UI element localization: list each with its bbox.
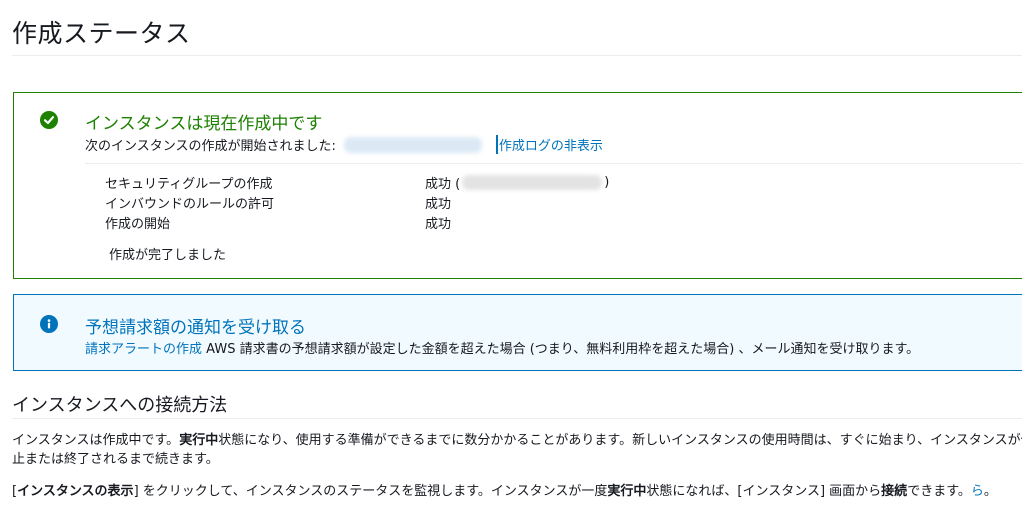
running-state-text: 実行中 bbox=[179, 433, 219, 448]
connect-section-heading: インスタンスへの接続方法 bbox=[12, 395, 228, 416]
creation-started-label: 次のインスタンスの作成が開始されました: bbox=[85, 139, 336, 154]
creation-status-box: インスタンスは現在作成中です 次のインスタンスの作成が開始されました: 作成ログ… bbox=[13, 92, 1022, 279]
connect-section-divider bbox=[12, 418, 1022, 419]
view-instances-text: インスタンスの表示 bbox=[17, 484, 134, 499]
log-step-status-prefix: 成功 ( bbox=[425, 176, 461, 192]
log-step-name: 作成の開始 bbox=[105, 216, 171, 232]
redacted-security-group-id bbox=[462, 174, 603, 190]
text: 。 bbox=[983, 484, 997, 499]
connect-text: 接続 bbox=[881, 484, 908, 499]
connect-paragraph-2: [インスタンスの表示] をクリックして、インスタンスのステータスを監視します。イ… bbox=[12, 482, 1022, 501]
text: インスタンスは作成中です。 bbox=[12, 433, 180, 448]
info-circle-icon bbox=[40, 315, 58, 333]
text: ] をクリックして、インスタンスのステータスを監視します。インスタンスが一度 bbox=[133, 484, 608, 499]
log-step-status: 成功 bbox=[425, 196, 452, 212]
hide-creation-log-link[interactable]: 作成ログの非表示 bbox=[495, 135, 603, 154]
creation-status-title: インスタンスは現在作成中です bbox=[85, 114, 323, 134]
log-step-name: インバウンドのルールの許可 bbox=[105, 196, 275, 212]
creation-log: セキュリティグループの作成 成功 ( ) インバウンドのルールの許可 成功 作成… bbox=[105, 172, 609, 232]
log-step-status: 成功 ( ) bbox=[425, 173, 609, 192]
title-divider bbox=[12, 55, 1022, 56]
connect-paragraph-1: インスタンスは作成中です。実行中状態になり、使用する準備ができるまでに数分かかる… bbox=[12, 431, 1022, 469]
log-step-name: セキュリティグループの作成 bbox=[105, 176, 273, 192]
billing-alert-text: 請求アラートの作成 AWS 請求書の予想請求額が設定した金額を超えた場合 (つま… bbox=[85, 338, 919, 357]
creation-complete-message: 作成が完了しました bbox=[109, 248, 227, 263]
log-row-launch: 作成の開始 成功 bbox=[105, 212, 609, 232]
billing-alert-title: 予想請求額の通知を受け取る bbox=[85, 318, 306, 338]
billing-alert-description: AWS 請求書の予想請求額が設定した金額を超えた場合 (つまり、無料利用枠を超え… bbox=[206, 342, 920, 357]
log-divider bbox=[85, 163, 1022, 164]
redacted-instance-id bbox=[343, 136, 482, 153]
page-title: 作成ステータス bbox=[12, 19, 191, 48]
log-row-inbound-rules: インバウンドのルールの許可 成功 bbox=[105, 192, 609, 212]
check-circle-icon bbox=[40, 111, 58, 129]
log-step-status-suffix: ) bbox=[604, 174, 610, 190]
billing-alert-box: 予想請求額の通知を受け取る 請求アラートの作成 AWS 請求書の予想請求額が設定… bbox=[13, 294, 1022, 371]
text: 状態になれば、[インスタンス] 画面から bbox=[646, 484, 882, 499]
creation-started-line: 次のインスタンスの作成が開始されました: 作成ログの非表示 bbox=[85, 135, 603, 154]
create-billing-alert-link[interactable]: 請求アラートの作成 bbox=[85, 342, 202, 357]
running-state-text: 実行中 bbox=[607, 484, 647, 499]
log-step-status: 成功 bbox=[425, 216, 452, 232]
log-row-security-group: セキュリティグループの作成 成功 ( ) bbox=[105, 172, 609, 192]
text: できます。 bbox=[907, 484, 971, 499]
connect-link-tail[interactable]: ら bbox=[971, 484, 984, 499]
